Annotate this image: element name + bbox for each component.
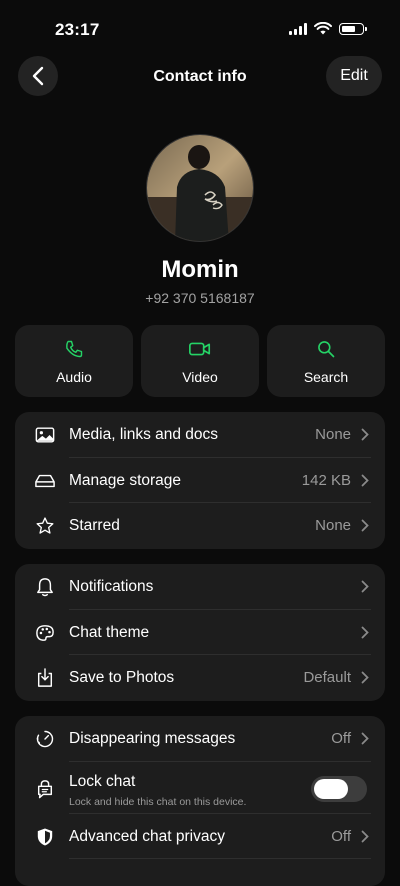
notifications-row[interactable]: Notifications [15,564,385,610]
starred-value: None [315,517,351,534]
chevron-right-icon [361,732,369,745]
advanced-chat-privacy-row[interactable]: Advanced chat privacy Off [15,814,385,859]
lock-chat-label: Lock chat [69,772,136,790]
media-links-docs-value: None [315,426,351,443]
storage-icon [35,474,55,487]
save-to-photos-label: Save to Photos [69,669,175,686]
starred-label: Starred [69,517,120,534]
manage-storage-value: 142 KB [301,471,351,489]
bell-icon [37,578,53,597]
download-icon [37,668,53,687]
contact-phone: +92 370 5168187 [145,290,255,306]
lock-chat-toggle[interactable] [311,775,367,802]
video-icon [189,342,211,356]
search-button[interactable]: Search [267,325,385,397]
media-storage-group: Media, links and docs None Manage storag… [15,412,385,549]
contact-name: Momin [161,256,239,283]
palette-icon [36,624,54,641]
wifi-icon [314,22,332,35]
phone-icon [66,340,83,358]
battery-icon [339,22,367,35]
chevron-right-icon [361,830,369,842]
chevron-right-icon [361,519,369,532]
avatar-photo [147,135,253,241]
search-icon [318,341,335,358]
disappearing-messages-value: Off [331,730,351,747]
nav-bar: Contact info Edit [0,56,400,98]
advanced-chat-privacy-value: Off [331,827,351,845]
chevron-right-icon [361,474,369,486]
status-time: 23:17 [55,20,100,39]
manage-storage-row[interactable]: Manage storage 142 KB [15,458,385,503]
chat-theme-label: Chat theme [69,623,150,641]
image-icon [35,427,55,443]
lock-chat-row: Lock chat Lock and hide this chat on thi… [15,762,385,814]
lock-chat-icon [37,779,53,798]
chevron-right-icon [361,580,369,593]
status-icons [289,22,367,35]
starred-row[interactable]: Starred None [15,503,385,549]
toggle-knob [314,778,348,799]
chevron-right-icon [361,671,369,684]
media-links-docs-row[interactable]: Media, links and docs None [15,412,385,458]
edit-button[interactable]: Edit [326,56,382,96]
cellular-signal-icon [289,22,307,35]
manage-storage-label: Manage storage [69,471,182,489]
advanced-chat-privacy-label: Advanced chat privacy [69,827,225,845]
audio-call-button[interactable]: Audio [15,325,133,397]
avatar[interactable] [146,134,254,242]
chevron-right-icon [361,428,369,441]
chat-settings-group: Notifications Chat theme Save to Photos [15,564,385,701]
shield-icon [37,827,53,846]
save-to-photos-row[interactable]: Save to Photos Default [15,655,385,701]
timer-icon [36,730,54,748]
disappearing-messages-row[interactable]: Disappearing messages Off [15,716,385,762]
save-to-photos-value: Default [303,669,351,686]
video-call-button[interactable]: Video [141,325,259,397]
notifications-label: Notifications [69,578,154,595]
chat-theme-row[interactable]: Chat theme [15,610,385,655]
chevron-right-icon [361,626,369,638]
status-bar: 23:17 [0,0,400,58]
star-icon [36,517,54,534]
media-links-docs-label: Media, links and docs [69,426,219,443]
disappearing-messages-label: Disappearing messages [69,730,236,747]
search-label: Search [303,369,349,385]
audio-label: Audio [56,369,92,385]
video-label: Video [182,369,218,385]
lock-chat-subtitle: Lock and hide this chat on this device. [69,795,247,808]
privacy-group: Disappearing messages Off Lock chat Lock… [15,716,385,886]
